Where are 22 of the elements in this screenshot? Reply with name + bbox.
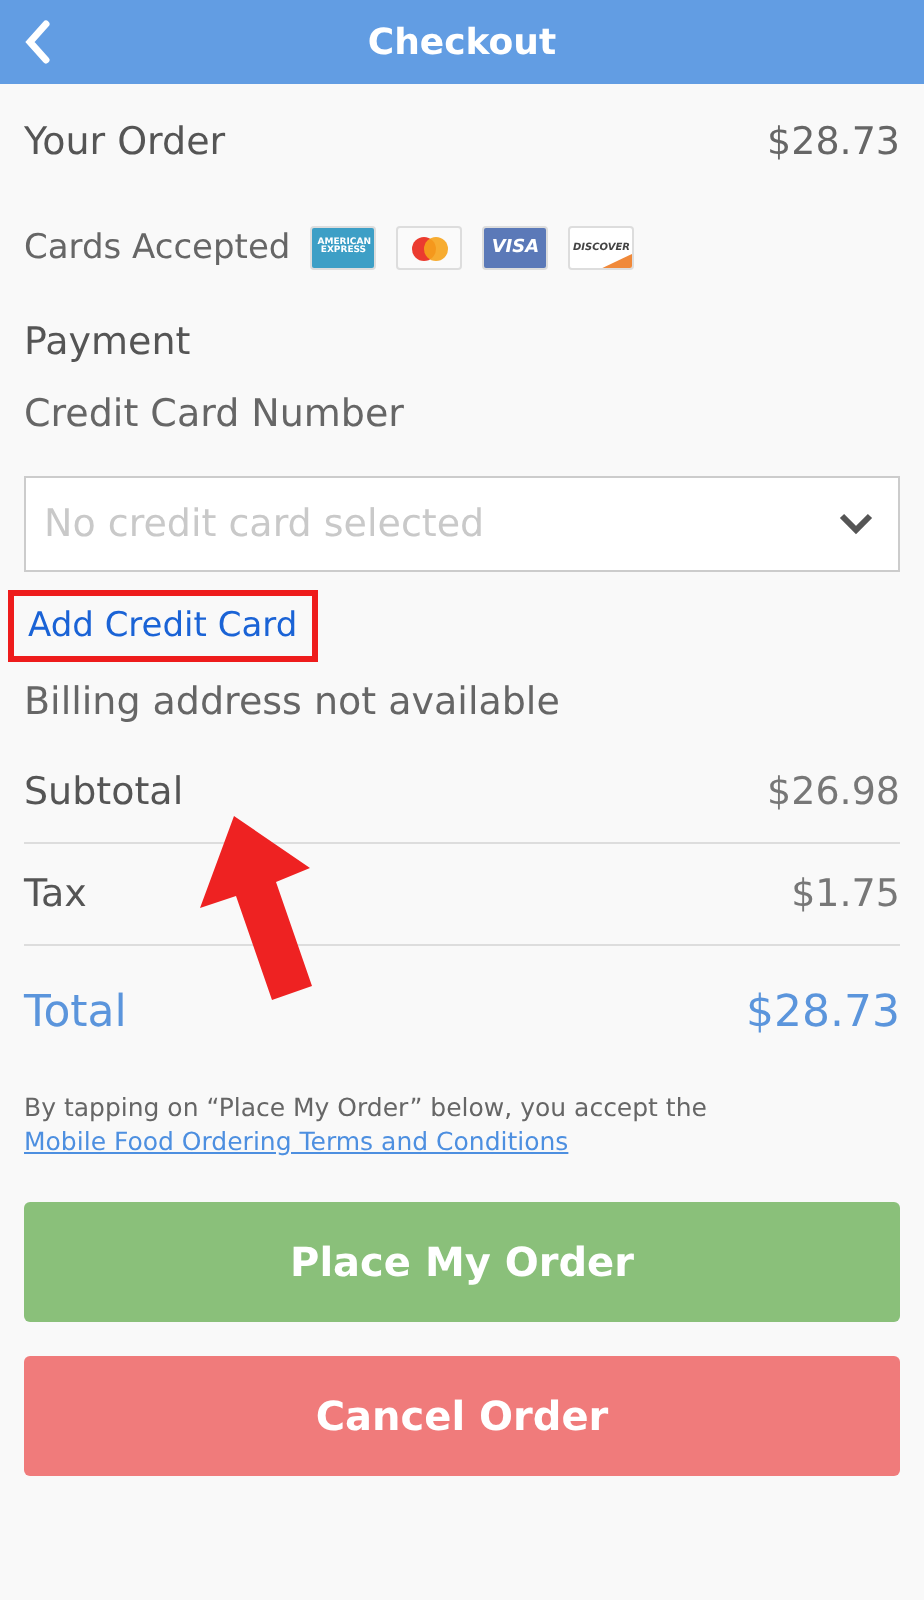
summary-label: Tax [24,872,87,916]
visa-card-logo: VISA [482,226,549,270]
cards-label: Cards Accepted [24,228,291,268]
billing-note: Billing address not available [24,680,560,724]
total-amount: $28.73 [746,987,900,1037]
chevron-down-icon [838,512,874,536]
place-order-button[interactable]: Place My Order [24,1202,900,1322]
cancel-order-button[interactable]: Cancel Order [24,1356,900,1476]
payment-heading: Payment [24,320,191,364]
terms-link[interactable]: Mobile Food Ordering Terms and Conditions [24,1126,569,1156]
card-number-label: Credit Card Number [24,392,404,436]
terms-text: By tapping on “Place My Order” below, you accept the Mobile Food Ordering Terms and Conditions [24,1090,709,1158]
total-label: Total [24,987,127,1037]
order-label: Your Order [24,120,226,164]
add-credit-card-link[interactable]: Add Credit Card [28,606,298,646]
header-title: Checkout [367,21,557,63]
summary-label: Subtotal [24,770,184,814]
order-amount: $28.73 [767,120,900,164]
mastercard-card-icon [396,226,463,270]
summary-amount: $1.75 [791,872,900,916]
back-icon[interactable] [24,20,52,64]
summary-amount: $26.98 [767,770,900,814]
